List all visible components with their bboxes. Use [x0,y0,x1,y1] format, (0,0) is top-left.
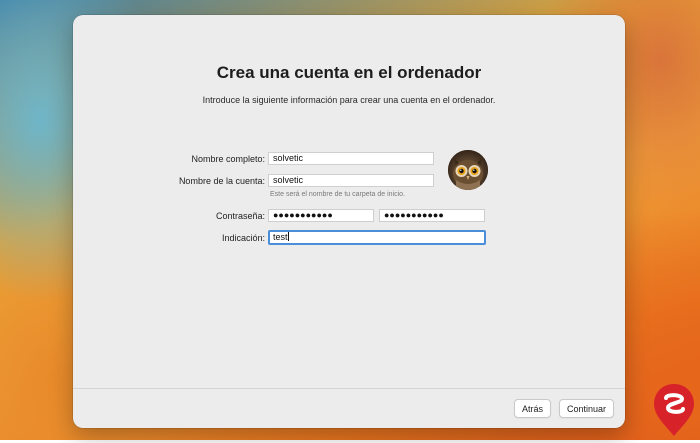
account-name-help-text: Este será el nombre de tu carpeta de ini… [270,191,406,198]
account-name-input[interactable]: solvetic [268,174,434,187]
text-caret [287,232,289,241]
full-name-label: Nombre completo: [191,154,265,164]
setup-assistant-window: Crea una cuenta en el ordenador Introduc… [73,15,625,428]
account-name-label: Nombre de la cuenta: [178,176,265,186]
password-verify-input[interactable]: ●●●●●●●●●●● [379,209,485,222]
hint-input[interactable]: test [268,230,486,245]
dialog-title: Crea una cuenta en el ordenador [216,63,482,82]
password-input[interactable]: ●●●●●●●●●●● [268,209,374,222]
hint-input-value: test [273,232,288,242]
full-name-input[interactable]: solvetic [268,152,434,165]
owl-avatar-icon[interactable] [448,150,488,190]
dialog-subtitle: Introduce la siguiente información para … [202,95,496,105]
back-button[interactable]: Atrás [514,399,551,418]
hint-label: Indicación: [221,233,265,243]
password-label: Contraseña: [215,211,265,221]
footer-divider [73,388,625,389]
continue-button[interactable]: Continuar [559,399,614,418]
brand-logo-icon [652,382,696,438]
